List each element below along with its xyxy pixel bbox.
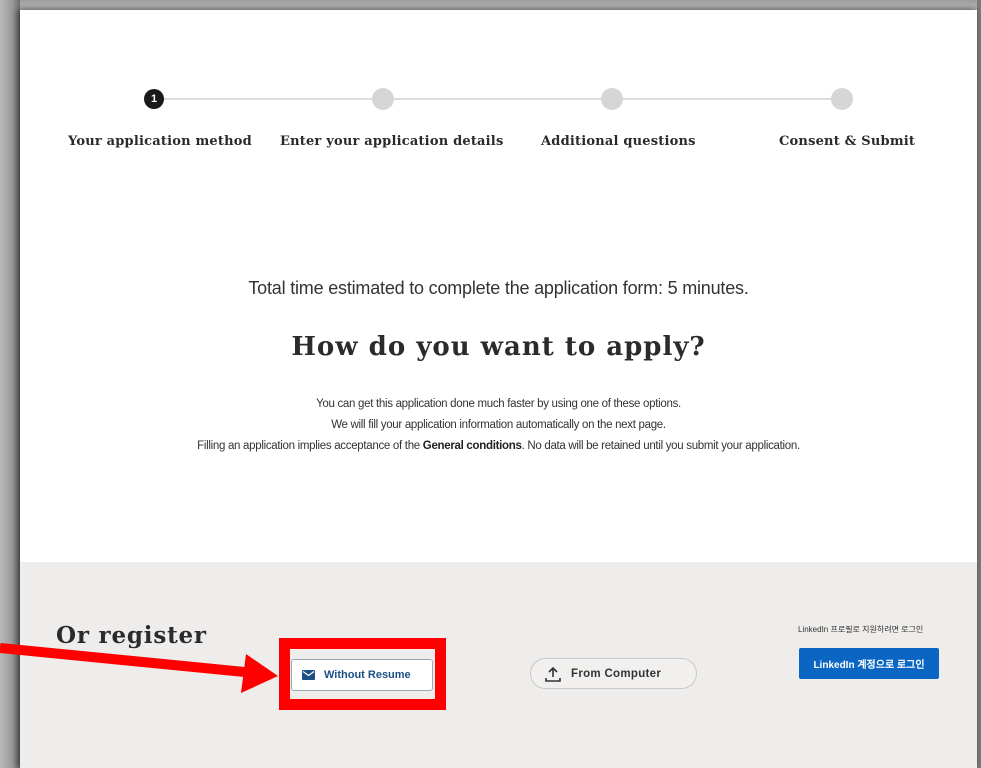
progress-stepper: 1 Your application method Enter your app… [20,85,977,155]
step-1-number: 1 [150,93,158,105]
annotation-arrow [0,643,278,693]
desc-line-3-tail: . No data will be retained until you sub… [521,440,801,452]
annotation-highlight-box [279,638,446,710]
step-3-indicator [601,88,623,110]
step-1-label: Your application method [68,134,252,149]
step-4-indicator [831,88,853,110]
window-frame-top [0,0,981,10]
linkedin-hint: LinkedIn 프로필로 지원하려면 로그인 [798,625,924,634]
desc-line-1: You can get this application done much f… [316,398,681,410]
desc-line-3: Filling an application implies acceptanc… [20,436,977,457]
step-4-label: Consent & Submit [779,134,916,149]
window-frame-right [977,0,981,768]
desc-line-2: We will fill your application informatio… [331,419,666,431]
desc-line-3-text: Filling an application implies acceptanc… [197,440,423,452]
apply-description: You can get this application done much f… [20,394,977,457]
step-2-label: Enter your application details [280,134,504,149]
stepper-track [154,98,844,100]
linkedin-login-button[interactable]: LinkedIn 계정으로 로그인 [799,648,939,679]
step-1-indicator: 1 [144,89,164,109]
general-conditions-link[interactable]: General conditions [423,440,522,452]
page-title: How do you want to apply? [291,332,706,362]
from-computer-button[interactable]: From Computer [530,658,697,689]
upload-icon [545,666,561,682]
from-computer-label: From Computer [571,667,662,680]
step-3-label: Additional questions [541,134,696,149]
step-2-indicator [372,88,394,110]
time-estimate: Total time estimated to complete the app… [248,278,749,298]
